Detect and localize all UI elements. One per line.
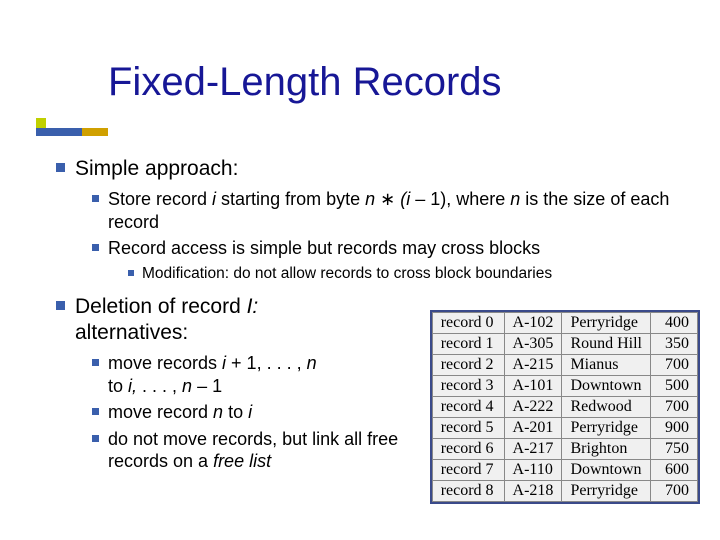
table-row: record 5A-201Perryridge900 <box>432 418 697 439</box>
bullet-icon <box>56 163 65 172</box>
cell-branch: Brighton <box>562 439 651 460</box>
var-n: n <box>213 402 228 422</box>
cell-label: record 2 <box>432 355 504 376</box>
section1-item2: Record access is simple but records may … <box>108 237 540 260</box>
cell-balance: 900 <box>651 418 698 439</box>
text: to <box>108 376 128 396</box>
text: Deletion of record <box>75 295 247 318</box>
cell-label: record 1 <box>432 334 504 355</box>
cell-balance: 700 <box>651 397 698 418</box>
bullet-icon <box>92 244 99 251</box>
table-row: record 3A-101Downtown500 <box>432 376 697 397</box>
var-i: i <box>248 402 252 422</box>
section2-item1: move records i + 1, . . . , n to i, . . … <box>108 352 448 397</box>
var-n: n <box>510 189 525 209</box>
section1-item1: Store record i starting from byte n ∗ (i… <box>108 188 682 233</box>
text: move records <box>108 353 222 373</box>
term-free-list: free list <box>213 451 271 471</box>
cell-balance: 700 <box>651 355 698 376</box>
text: starting from byte <box>221 189 365 209</box>
cell-branch: Redwood <box>562 397 651 418</box>
section1-item2a: Modification: do not allow records to cr… <box>142 264 552 284</box>
cell-branch: Perryridge <box>562 418 651 439</box>
cell-acct: A-222 <box>504 397 562 418</box>
var-n: n <box>365 189 380 209</box>
table-row: record 2A-215Mianus700 <box>432 355 697 376</box>
cell-label: record 7 <box>432 460 504 481</box>
cell-branch: Downtown <box>562 376 651 397</box>
text: . . . , <box>142 376 182 396</box>
cell-branch: Round Hill <box>562 334 651 355</box>
section2-item3: do not move records, but link all free r… <box>108 428 448 473</box>
cell-balance: 700 <box>651 481 698 502</box>
table-row: record 1A-305Round Hill350 <box>432 334 697 355</box>
cell-balance: 400 <box>651 313 698 334</box>
cell-label: record 3 <box>432 376 504 397</box>
bullet-icon <box>56 301 65 310</box>
cell-label: record 8 <box>432 481 504 502</box>
text: – 1 <box>197 376 222 396</box>
cell-acct: A-305 <box>504 334 562 355</box>
cell-label: record 0 <box>432 313 504 334</box>
text: – 1), where <box>415 189 510 209</box>
cell-label: record 5 <box>432 418 504 439</box>
op-star: ∗ <box>380 189 400 209</box>
text: + 1, . . . , <box>231 353 307 373</box>
var-n: n <box>182 376 197 396</box>
table-row: record 6A-217Brighton750 <box>432 439 697 460</box>
cell-acct: A-101 <box>504 376 562 397</box>
table-row: record 4A-222Redwood700 <box>432 397 697 418</box>
section1-heading: Simple approach: <box>75 156 238 182</box>
cell-balance: 500 <box>651 376 698 397</box>
cell-balance: 750 <box>651 439 698 460</box>
cell-acct: A-215 <box>504 355 562 376</box>
var-i: i <box>212 189 221 209</box>
cell-label: record 4 <box>432 397 504 418</box>
cell-branch: Downtown <box>562 460 651 481</box>
bullet-icon <box>92 408 99 415</box>
cell-balance: 350 <box>651 334 698 355</box>
text: alternatives: <box>75 321 188 344</box>
bullet-icon <box>92 435 99 442</box>
cell-acct: A-217 <box>504 439 562 460</box>
cell-branch: Perryridge <box>562 481 651 502</box>
var-i: (i <box>400 189 415 209</box>
table-row: record 7A-110Downtown600 <box>432 460 697 481</box>
deco-blue-bar <box>36 128 82 136</box>
table-row: record 8A-218Perryridge700 <box>432 481 697 502</box>
records-table: record 0A-102Perryridge400record 1A-305R… <box>430 310 700 504</box>
bullet-icon <box>128 270 134 276</box>
cell-acct: A-102 <box>504 313 562 334</box>
cell-acct: A-201 <box>504 418 562 439</box>
cell-branch: Mianus <box>562 355 651 376</box>
deco-gold-bar <box>82 128 108 136</box>
bullet-icon <box>92 359 99 366</box>
text: Store record <box>108 189 212 209</box>
table-row: record 0A-102Perryridge400 <box>432 313 697 334</box>
cell-branch: Perryridge <box>562 313 651 334</box>
section2-item2: move record n to i <box>108 401 448 424</box>
deco-yellow-square <box>36 118 46 128</box>
slide-title: Fixed-Length Records <box>108 60 502 105</box>
var-n: n <box>307 353 317 373</box>
var-i: i <box>222 353 231 373</box>
section2-heading: Deletion of record I: alternatives: <box>75 294 415 347</box>
text: move record <box>108 402 213 422</box>
cell-acct: A-218 <box>504 481 562 502</box>
cell-acct: A-110 <box>504 460 562 481</box>
var-I: I: <box>247 295 259 318</box>
bullet-icon <box>92 195 99 202</box>
var-i: i, <box>128 376 142 396</box>
cell-balance: 600 <box>651 460 698 481</box>
text: to <box>228 402 248 422</box>
cell-label: record 6 <box>432 439 504 460</box>
